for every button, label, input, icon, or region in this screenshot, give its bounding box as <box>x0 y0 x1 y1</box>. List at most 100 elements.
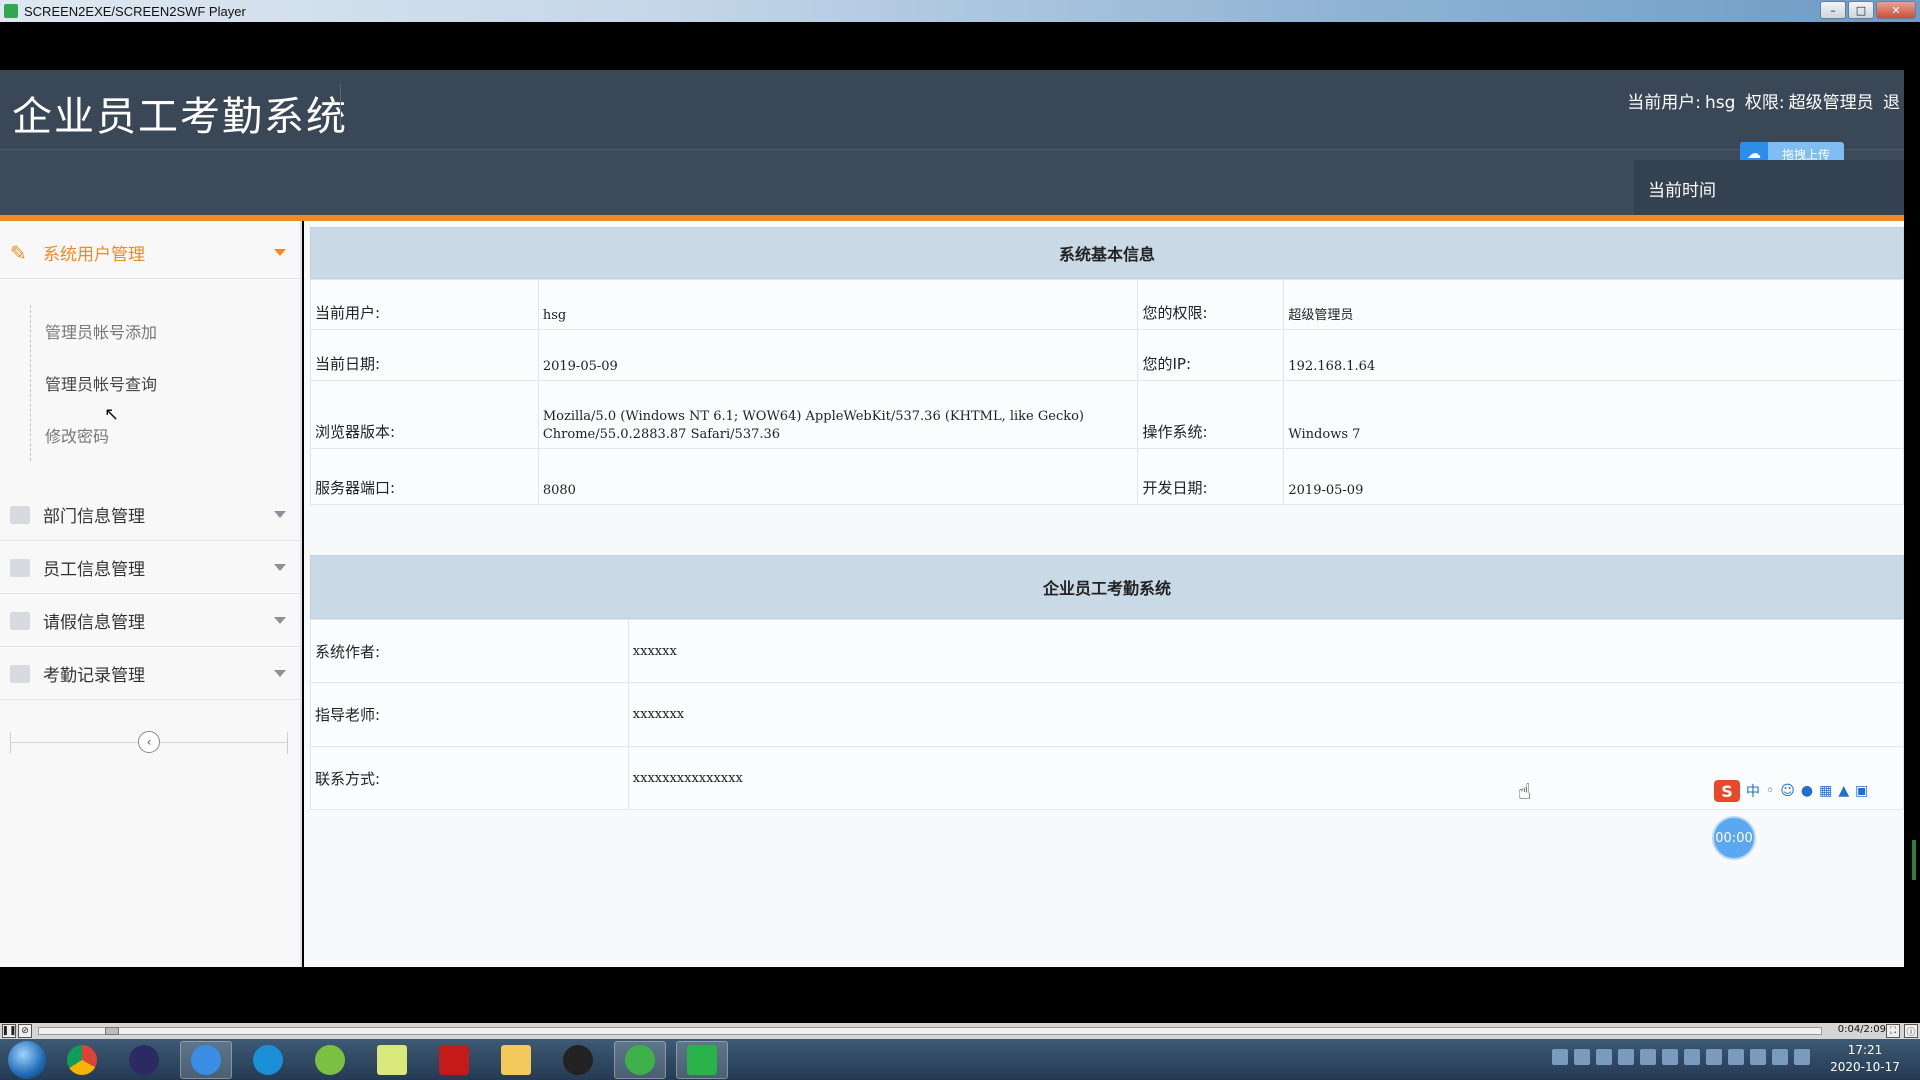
taskbar-clock[interactable]: 17:21 2020-10-17 <box>1820 1042 1910 1076</box>
sidebar-item-query-admin[interactable]: 管理员帐号查询 <box>31 357 300 409</box>
instructor-value: xxxxxxx <box>627 682 1905 747</box>
table-row: 指导老师: xxxxxxx <box>310 682 1905 747</box>
user-info: 当前用户: hsg 权限: 超级管理员 退 <box>1627 88 1904 113</box>
taskbar-explorer-icon[interactable] <box>490 1041 542 1079</box>
tray-icon[interactable] <box>1772 1049 1788 1065</box>
system-info-table: 当前用户: hsg 您的权限: 超级管理员 当前日期: 2019-05-09 您… <box>310 279 1904 505</box>
chevron-down-icon <box>274 511 286 518</box>
emoji-icon[interactable]: ☺ <box>1780 783 1795 799</box>
microphone-icon[interactable]: ● <box>1801 783 1813 799</box>
stop-icon[interactable]: ⊘ <box>18 1024 32 1038</box>
sidebar-item-add-admin[interactable]: 管理员帐号添加 <box>31 305 300 357</box>
tray-icon[interactable] <box>1596 1049 1612 1065</box>
maximize-button[interactable]: □ <box>1848 1 1874 19</box>
os-label: 操作系统: <box>1137 380 1285 449</box>
browser-version-label: 浏览器版本: <box>310 380 539 449</box>
clock-date: 2020-10-17 <box>1830 1060 1900 1074</box>
sidebar-collapse-button[interactable]: ‹ <box>138 731 160 753</box>
tray-icon[interactable] <box>1640 1049 1656 1065</box>
fullscreen-icon[interactable]: ⛶ <box>1886 1024 1900 1038</box>
tray-icon[interactable] <box>1750 1049 1766 1065</box>
chevron-down-icon <box>274 564 286 571</box>
tray-icon[interactable] <box>1618 1049 1634 1065</box>
current-user-label: 当前用户: <box>310 279 539 330</box>
monitor-icon <box>10 558 30 577</box>
tray-icon[interactable] <box>1684 1049 1700 1065</box>
arrow-cursor-icon: ↖ <box>104 404 120 425</box>
layout-icon <box>10 611 30 630</box>
taskbar-player-icon[interactable] <box>676 1040 728 1079</box>
collapse-edge-left <box>10 732 11 754</box>
taskbar-chrome-icon[interactable] <box>56 1041 108 1079</box>
info-icon[interactable]: ⓘ <box>1904 1024 1918 1038</box>
player-right-controls: ⛶ ⓘ <box>1884 1024 1918 1038</box>
window-title: SCREEN2EXE/SCREEN2SWF Player <box>24 3 246 19</box>
panel-app-info-title: 企业员工考勤系统 <box>310 555 1904 619</box>
sidebar-item-change-password[interactable]: 修改密码 <box>31 409 300 461</box>
skin-icon[interactable]: ▲ <box>1838 783 1849 799</box>
ime-mode-indicator[interactable]: 中 <box>1746 781 1760 801</box>
sidebar-group-label: 员工信息管理 <box>43 560 145 580</box>
chevron-down-icon <box>274 670 286 677</box>
current-time-box: 当前时间 <box>1634 160 1904 216</box>
tray-icon[interactable] <box>1794 1049 1810 1065</box>
tray-icon[interactable] <box>1706 1049 1722 1065</box>
pause-icon[interactable]: ❚❚ <box>1 1024 17 1038</box>
tray-icon[interactable] <box>1574 1049 1590 1065</box>
start-button[interactable] <box>8 1040 46 1079</box>
contact-value: xxxxxxxxxxxxxxx <box>627 746 1905 810</box>
ime-logo-icon[interactable]: S <box>1714 780 1740 802</box>
chevron-down-icon <box>274 617 286 624</box>
player-app-icon <box>4 4 18 18</box>
sidebar-group-department[interactable]: 部门信息管理 <box>0 489 300 541</box>
table-row: 浏览器版本: Mozilla/5.0 (Windows NT 6.1; WOW6… <box>310 380 1904 449</box>
minimize-button[interactable]: – <box>1820 1 1846 19</box>
taskbar-flash-icon[interactable] <box>428 1041 480 1079</box>
brand-divider <box>340 84 341 128</box>
clock-time: 17:21 <box>1847 1043 1883 1057</box>
table-row: 当前用户: hsg 您的权限: 超级管理员 <box>310 279 1904 330</box>
role-value: 超级管理员 <box>1788 93 1874 113</box>
taskbar-browser-icon[interactable] <box>242 1041 294 1079</box>
role-label: 权限: <box>1744 93 1785 113</box>
taskbar-baidu-netdisk-icon[interactable] <box>180 1040 232 1079</box>
sidebar-group-label: 请假信息管理 <box>43 613 145 633</box>
recording-timer-badge[interactable]: 00:00 <box>1712 816 1756 860</box>
header-top: 企业员工考勤系统 当前用户: hsg 权限: 超级管理员 退 <box>0 70 1904 150</box>
system-tray <box>1552 1049 1810 1065</box>
calendar-icon <box>10 664 30 683</box>
hand-cursor-icon: ☝ <box>1518 780 1532 805</box>
permission-label: 您的权限: <box>1137 279 1285 330</box>
tray-icon[interactable] <box>1552 1049 1568 1065</box>
playback-progress-bar[interactable] <box>38 1027 1822 1035</box>
chevron-down-icon <box>274 249 286 256</box>
taskbar-notes-icon[interactable] <box>366 1041 418 1079</box>
sidebar-group-employee[interactable]: 员工信息管理 <box>0 542 300 594</box>
logout-link[interactable]: 退 <box>1883 93 1900 113</box>
grid-icon <box>10 505 30 524</box>
main-content: 系统基本信息 当前用户: hsg 您的权限: 超级管理员 当前日期: 2019-… <box>304 221 1905 967</box>
keyboard-icon[interactable]: ▦ <box>1819 783 1832 799</box>
contact-label: 联系方式: <box>310 746 629 810</box>
taskbar-eclipse-icon[interactable] <box>118 1041 170 1079</box>
table-row: 服务器端口: 8080 开发日期: 2019-05-09 <box>310 448 1904 505</box>
taskbar-wechat-icon[interactable] <box>614 1040 666 1079</box>
player-titlebar: SCREEN2EXE/SCREEN2SWF Player – □ ✕ <box>0 0 1920 22</box>
sidebar-group-system-users[interactable]: ✎ 系统用户管理 <box>0 227 300 279</box>
browser-ua-line2: Chrome/55.0.2883.87 Safari/537.36 <box>542 427 781 442</box>
sidebar-group-attendance[interactable]: 考勤记录管理 <box>0 648 300 700</box>
sidebar-collapse-row: ‹ <box>10 727 288 757</box>
tray-icon[interactable] <box>1728 1049 1744 1065</box>
ime-toolbar[interactable]: S 中 ◦ ☺ ● ▦ ▲ ▣ <box>1714 780 1868 802</box>
taskbar-qq-icon[interactable] <box>552 1041 604 1079</box>
close-button[interactable]: ✕ <box>1876 1 1916 19</box>
menu-grid-icon[interactable]: ▣ <box>1855 783 1868 799</box>
browser-ua-line1: Mozilla/5.0 (Windows NT 6.1; WOW64) Appl… <box>542 409 1084 424</box>
sidebar-group-leave[interactable]: 请假信息管理 <box>0 595 300 647</box>
taskbar-app-icon[interactable] <box>304 1041 356 1079</box>
progress-knob[interactable] <box>105 1027 119 1035</box>
tray-icon[interactable] <box>1662 1049 1678 1065</box>
edge-indicator <box>1912 840 1916 880</box>
punctuation-icon[interactable]: ◦ <box>1766 783 1774 799</box>
author-value: xxxxxx <box>627 619 1905 683</box>
